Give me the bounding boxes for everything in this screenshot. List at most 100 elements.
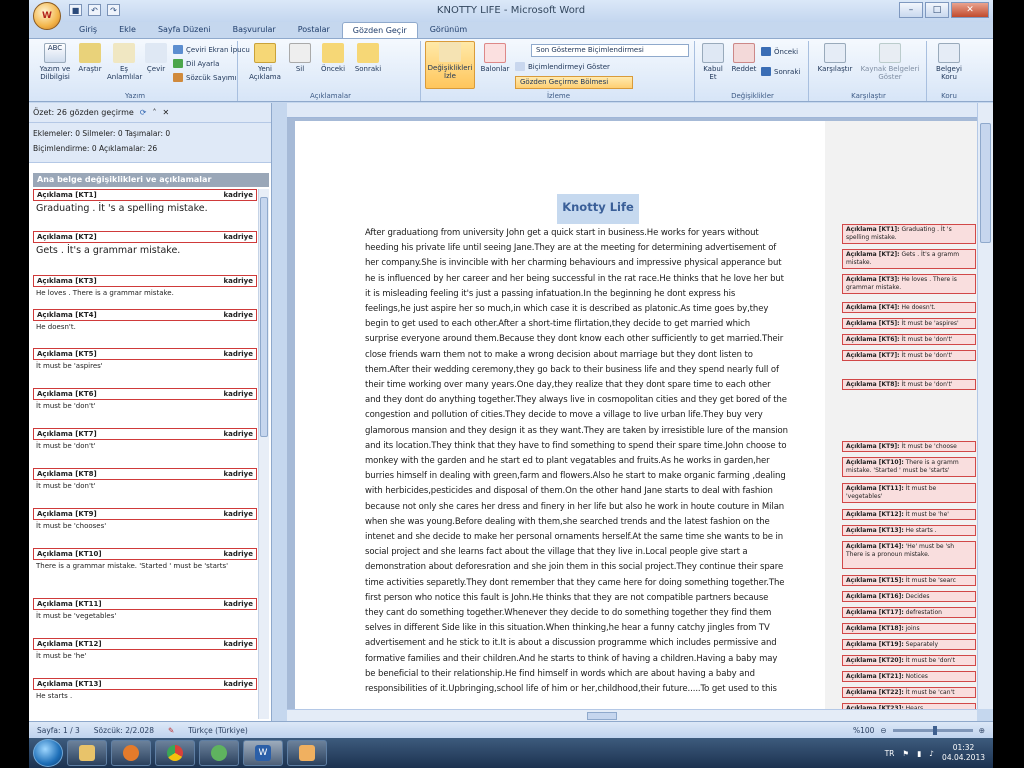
taskbar-explorer[interactable] — [67, 740, 107, 766]
comment-balloon[interactable]: Açıklama [KT11]: İt must be 'vegetables' — [842, 483, 976, 503]
comment-text[interactable]: İt must be 'vegetables' — [33, 610, 257, 623]
comment-balloon[interactable]: Açıklama [KT9]: İt must be 'choose — [842, 441, 976, 452]
comment-balloon[interactable]: Açıklama [KT19]: Separately — [842, 639, 976, 650]
new-comment-button[interactable]: Yeni Açıklama — [247, 43, 283, 81]
tab-0[interactable]: Giriş — [69, 22, 107, 38]
comment-item[interactable]: Açıklama [KT9] kadriye İt must be 'chooses… — [33, 508, 257, 533]
comment-item[interactable]: Açıklama [KT5] kadriye İt must be 'aspires… — [33, 348, 257, 373]
tab-1[interactable]: Ekle — [109, 22, 146, 38]
comment-text[interactable]: Gets . İt's a grammar mistake. — [33, 243, 257, 259]
tab-2[interactable]: Sayfa Düzeni — [148, 22, 221, 38]
comment-balloon[interactable]: Açıklama [KT10]: There is a gramm mistak… — [842, 457, 976, 477]
thesaurus-button[interactable]: Eş Anlamlılar — [107, 43, 142, 81]
tab-4[interactable]: Postalar — [288, 22, 340, 38]
comment-balloon[interactable]: Açıklama [KT5]: İt must be 'aspires' — [842, 318, 976, 329]
track-changes-button[interactable]: Değişiklikleri İzle — [425, 41, 475, 89]
comment-text[interactable]: He doesn't. — [33, 321, 257, 334]
comment-balloon[interactable]: Açıklama [KT16]: Decides — [842, 591, 976, 602]
word-count-button[interactable]: Sözcük Sayımı — [173, 73, 237, 82]
comment-item[interactable]: Açıklama [KT4] kadriye He doesn't. — [33, 309, 257, 334]
word-count[interactable]: Sözcük: 2/2.028 — [94, 726, 154, 735]
comment-item[interactable]: Açıklama [KT8] kadriye İt must be 'don't' — [33, 468, 257, 493]
comment-balloon[interactable]: Açıklama [KT20]: İt must be 'don't — [842, 655, 976, 666]
volume-icon[interactable]: ♪ — [929, 749, 934, 758]
comment-item[interactable]: Açıklama [KT2] kadriye Gets . İt's a gramm… — [33, 231, 257, 259]
zoom-out-icon[interactable]: ⊖ — [880, 726, 886, 735]
proofing-icon[interactable]: ✎ — [168, 726, 174, 735]
translation-tip-button[interactable]: Çeviri Ekran İpucu — [173, 45, 250, 54]
reviewing-pane-button[interactable]: Gözden Geçirme Bölmesi — [515, 76, 633, 89]
comment-item[interactable]: Açıklama [KT7] kadriye İt must be 'don't' — [33, 428, 257, 453]
taskbar-media[interactable] — [111, 740, 151, 766]
comment-item[interactable]: Açıklama [KT10] kadriye There is a grammar… — [33, 548, 257, 573]
clock[interactable]: 01:32 04.04.2013 — [942, 743, 985, 763]
pane-scrollbar[interactable] — [258, 189, 269, 719]
comment-balloon[interactable]: Açıklama [KT4]: He doesn't. — [842, 302, 976, 313]
reject-button[interactable]: Reddet — [729, 43, 759, 73]
comment-text[interactable]: He starts . — [33, 690, 257, 703]
compare-button[interactable]: Karşılaştır — [815, 43, 855, 73]
comment-text[interactable]: There is a grammar mistake. 'Started ' m… — [33, 560, 257, 573]
next-comment-button[interactable]: Sonraki — [351, 43, 385, 73]
taskbar-messenger[interactable] — [199, 740, 239, 766]
comment-balloon[interactable]: Açıklama [KT8]: İt must be 'don't' — [842, 379, 976, 390]
accept-button[interactable]: Kabul Et — [699, 43, 727, 81]
comment-balloon[interactable]: Açıklama [KT12]: İt must be 'he' — [842, 509, 976, 520]
zoom-slider[interactable] — [892, 725, 973, 735]
comment-balloon[interactable]: Açıklama [KT17]: defrestation — [842, 607, 976, 618]
document-body[interactable]: After graduationg from university John g… — [365, 226, 825, 697]
comment-item[interactable]: Açıklama [KT6] kadriye İt must be 'don't' — [33, 388, 257, 413]
flag-icon[interactable]: ⚑ — [902, 749, 909, 758]
show-markup-button[interactable]: Biçimlendirmeyi Göster — [515, 62, 610, 71]
comment-balloon[interactable]: Açıklama [KT6]: İt must be 'don't' — [842, 334, 976, 345]
comment-text[interactable]: İt must be 'he' — [33, 650, 257, 663]
delete-comment-button[interactable]: Sil — [287, 43, 313, 73]
comment-balloon[interactable]: Açıklama [KT15]: İt must be 'searc — [842, 575, 976, 586]
comment-item[interactable]: Açıklama [KT1] kadriye Graduating . İt 's … — [33, 189, 257, 217]
comment-balloon[interactable]: Açıklama [KT18]: joins — [842, 623, 976, 634]
tab-6[interactable]: Görünüm — [420, 22, 477, 38]
refresh-icon[interactable]: ⟳ — [140, 108, 147, 117]
taskbar-paint[interactable] — [287, 740, 327, 766]
close-pane-icon[interactable]: ✕ — [163, 108, 170, 117]
comment-text[interactable]: İt must be 'aspires' — [33, 360, 257, 373]
start-button[interactable] — [33, 739, 63, 767]
comment-text[interactable]: İt must be 'don't' — [33, 480, 257, 493]
translate-button[interactable]: Çevir — [143, 43, 169, 73]
document-page[interactable]: Knotty Life After graduationg from unive… — [295, 121, 825, 709]
next-change-button[interactable]: Sonraki — [761, 67, 800, 76]
comment-text[interactable]: İt must be 'don't' — [33, 400, 257, 413]
spelling-button[interactable]: ABC Yazım ve Dilbilgisi — [37, 43, 73, 81]
comment-balloon[interactable]: Açıklama [KT1]: Graduating . İt 's spell… — [842, 224, 976, 244]
comment-balloon[interactable]: Açıklama [KT22]: İt must be 'can't — [842, 687, 976, 698]
comment-balloon[interactable]: Açıklama [KT14]: 'He' must be 'sh There … — [842, 541, 976, 569]
collapse-icon[interactable]: ˄ — [153, 108, 157, 117]
comment-item[interactable]: Açıklama [KT3] kadriye He loves . There is… — [33, 275, 257, 300]
comment-balloon[interactable]: Açıklama [KT2]: Gets . İt's a gramm mist… — [842, 249, 976, 269]
maximize-button[interactable]: □ — [925, 2, 949, 18]
balloons-button[interactable]: Balonlar — [479, 43, 511, 73]
network-icon[interactable]: ▮ — [917, 749, 921, 758]
minimize-button[interactable]: – — [899, 2, 923, 18]
previous-comment-button[interactable]: Önceki — [317, 43, 349, 73]
comment-text[interactable]: Graduating . İt 's a spelling mistake. — [33, 201, 257, 217]
language-indicator[interactable]: Türkçe (Türkiye) — [188, 726, 248, 735]
comment-text[interactable]: He loves . There is a grammar mistake. — [33, 287, 257, 300]
display-for-review-select[interactable]: Son Gösterme Biçimlendirmesi — [531, 44, 689, 57]
office-button[interactable]: W — [33, 2, 61, 30]
research-button[interactable]: Araştır — [75, 43, 105, 73]
comment-balloon[interactable]: Açıklama [KT13]: He starts . — [842, 525, 976, 536]
comment-balloon[interactable]: Açıklama [KT21]: Notices — [842, 671, 976, 682]
comment-text[interactable]: İt must be 'don't' — [33, 440, 257, 453]
taskbar-chrome[interactable] — [155, 740, 195, 766]
tab-5[interactable]: Gözden Geçir — [341, 22, 418, 38]
horizontal-scrollbar[interactable] — [287, 709, 977, 721]
protect-document-button[interactable]: Belgeyi Koru — [931, 43, 967, 81]
previous-change-button[interactable]: Önceki — [761, 47, 798, 56]
comment-item[interactable]: Açıklama [KT12] kadriye İt must be 'he' — [33, 638, 257, 663]
comment-item[interactable]: Açıklama [KT13] kadriye He starts . — [33, 678, 257, 703]
set-language-button[interactable]: Dil Ayarla — [173, 59, 219, 68]
comment-item[interactable]: Açıklama [KT11] kadriye İt must be 'vegeta… — [33, 598, 257, 623]
close-button[interactable]: ✕ — [951, 2, 989, 18]
input-language[interactable]: TR — [885, 749, 895, 758]
